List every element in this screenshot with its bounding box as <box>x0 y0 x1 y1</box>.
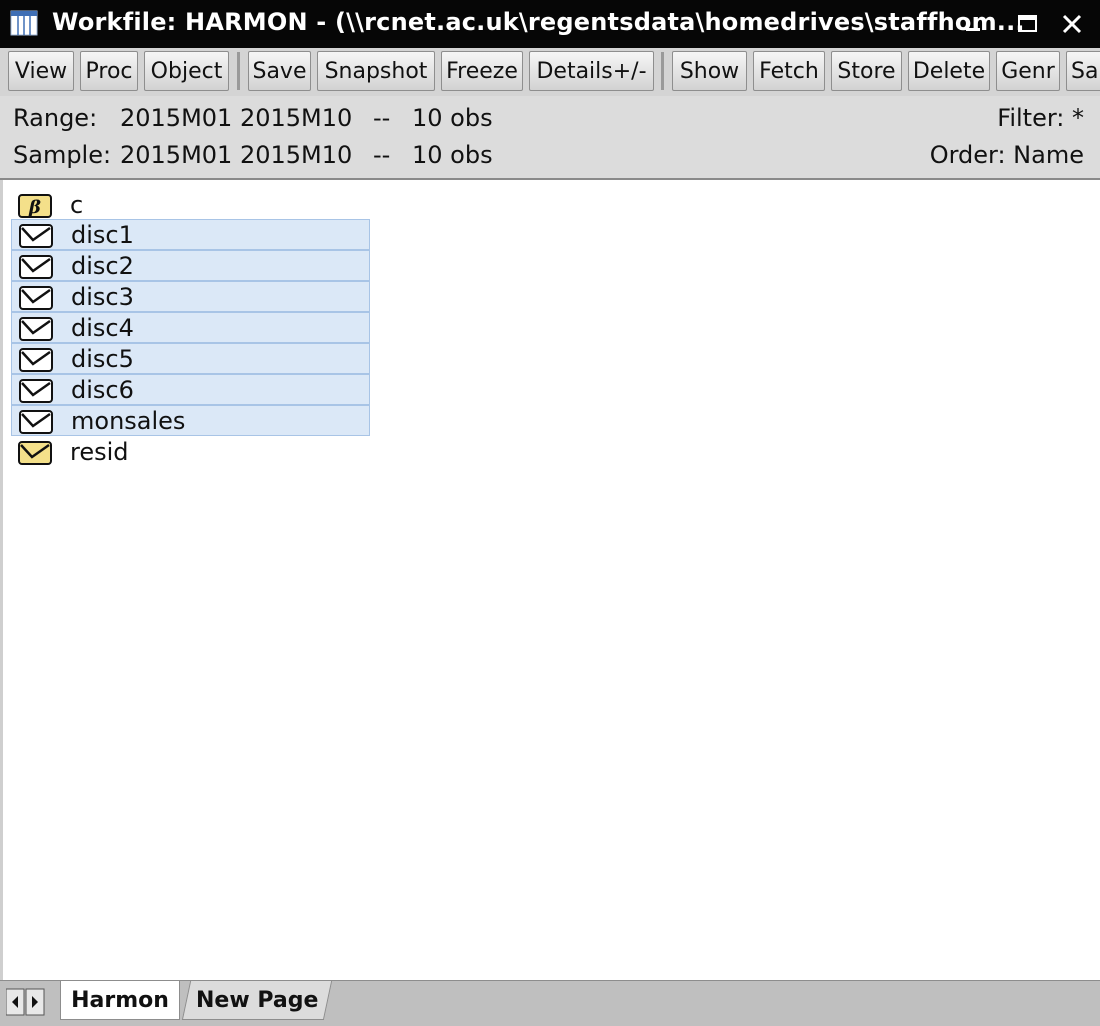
range-value: 2015M01 2015M10 <box>120 104 353 132</box>
details-button[interactable]: Details+/- <box>529 51 654 91</box>
object-name: disc1 <box>71 221 134 249</box>
workfile-window: Workfile: HARMON - (\\rcnet.ac.uk\regent… <box>0 0 1100 1026</box>
series-icon <box>19 224 53 248</box>
list-item[interactable]: disc3 <box>11 281 370 312</box>
tab-label: Harmon <box>71 987 169 1013</box>
window-title: Workfile: HARMON - (\\rcnet.ac.uk\regent… <box>52 8 1025 36</box>
list-item[interactable]: disc5 <box>11 343 370 374</box>
sample-separator: -- <box>373 141 391 169</box>
series-icon <box>19 348 53 372</box>
series-icon <box>19 317 53 341</box>
object-name: resid <box>70 438 129 466</box>
list-item[interactable]: resid <box>11 437 370 468</box>
object-name: disc5 <box>71 345 134 373</box>
filter-label: Filter: * <box>997 104 1084 132</box>
list-item[interactable]: disc1 <box>11 219 370 250</box>
maximize-button[interactable] <box>1010 6 1046 42</box>
close-icon <box>1062 14 1082 34</box>
save-button[interactable]: Save <box>248 51 311 91</box>
range-label: Range: <box>13 104 98 132</box>
list-item[interactable]: disc4 <box>11 312 370 343</box>
series-icon <box>19 410 53 434</box>
order-label: Order: Name <box>929 141 1084 169</box>
series-icon <box>19 379 53 403</box>
maximize-icon <box>1018 15 1037 32</box>
svg-text:β: β <box>28 197 41 218</box>
fetch-button[interactable]: Fetch <box>753 51 825 91</box>
minimize-button[interactable] <box>956 6 992 42</box>
object-name: disc2 <box>71 252 134 280</box>
delete-button[interactable]: Delete <box>908 51 990 91</box>
tab-harmon[interactable]: Harmon <box>60 981 180 1020</box>
object-name: disc4 <box>71 314 134 342</box>
snapshot-button[interactable]: Snapshot <box>317 51 435 91</box>
object-name: monsales <box>71 407 186 435</box>
toolbar-separator <box>237 52 240 90</box>
coefficient-beta-icon: β <box>18 194 52 218</box>
show-button[interactable]: Show <box>672 51 747 91</box>
object-button[interactable]: Object <box>144 51 229 91</box>
list-item[interactable]: β c <box>11 190 370 221</box>
page-tab-bar: New Page Harmon <box>0 980 1100 1026</box>
tab-scroll-arrows[interactable] <box>5 987 46 1017</box>
list-item[interactable]: disc6 <box>11 374 370 405</box>
sample-label: Sample: <box>13 141 112 169</box>
sample-value: 2015M01 2015M10 <box>120 141 353 169</box>
view-button[interactable]: View <box>8 51 74 91</box>
proc-button[interactable]: Proc <box>80 51 138 91</box>
store-button[interactable]: Store <box>831 51 902 91</box>
series-icon <box>19 255 53 279</box>
genr-button[interactable]: Genr <box>996 51 1060 91</box>
close-button[interactable] <box>1054 6 1090 42</box>
sample-button[interactable]: Sa <box>1066 51 1100 91</box>
object-name: c <box>70 191 84 219</box>
title-bar[interactable]: Workfile: HARMON - (\\rcnet.ac.uk\regent… <box>0 0 1100 48</box>
minimize-icon <box>966 28 980 31</box>
toolbar-separator <box>661 52 664 90</box>
object-name: disc3 <box>71 283 134 311</box>
workfile-toolbar: View Proc Object Save Snapshot Freeze De… <box>0 48 1100 96</box>
series-icon <box>19 286 53 310</box>
object-list[interactable]: β c disc1 disc2 disc3 disc4 disc5 disc6 … <box>0 180 1100 980</box>
tab-label: New Page <box>195 987 319 1013</box>
list-item[interactable]: disc2 <box>11 250 370 281</box>
range-separator: -- <box>373 104 391 132</box>
sample-obs: 10 obs <box>412 141 493 169</box>
range-obs: 10 obs <box>412 104 493 132</box>
workfile-grid-icon <box>10 10 38 36</box>
list-item[interactable]: monsales <box>11 405 370 436</box>
series-yellow-icon <box>18 441 52 465</box>
workfile-info-panel[interactable]: Range: 2015M01 2015M10 -- 10 obs Filter:… <box>0 96 1100 180</box>
freeze-button[interactable]: Freeze <box>441 51 523 91</box>
object-name: disc6 <box>71 376 134 404</box>
tab-new-page[interactable]: New Page <box>181 981 333 1020</box>
